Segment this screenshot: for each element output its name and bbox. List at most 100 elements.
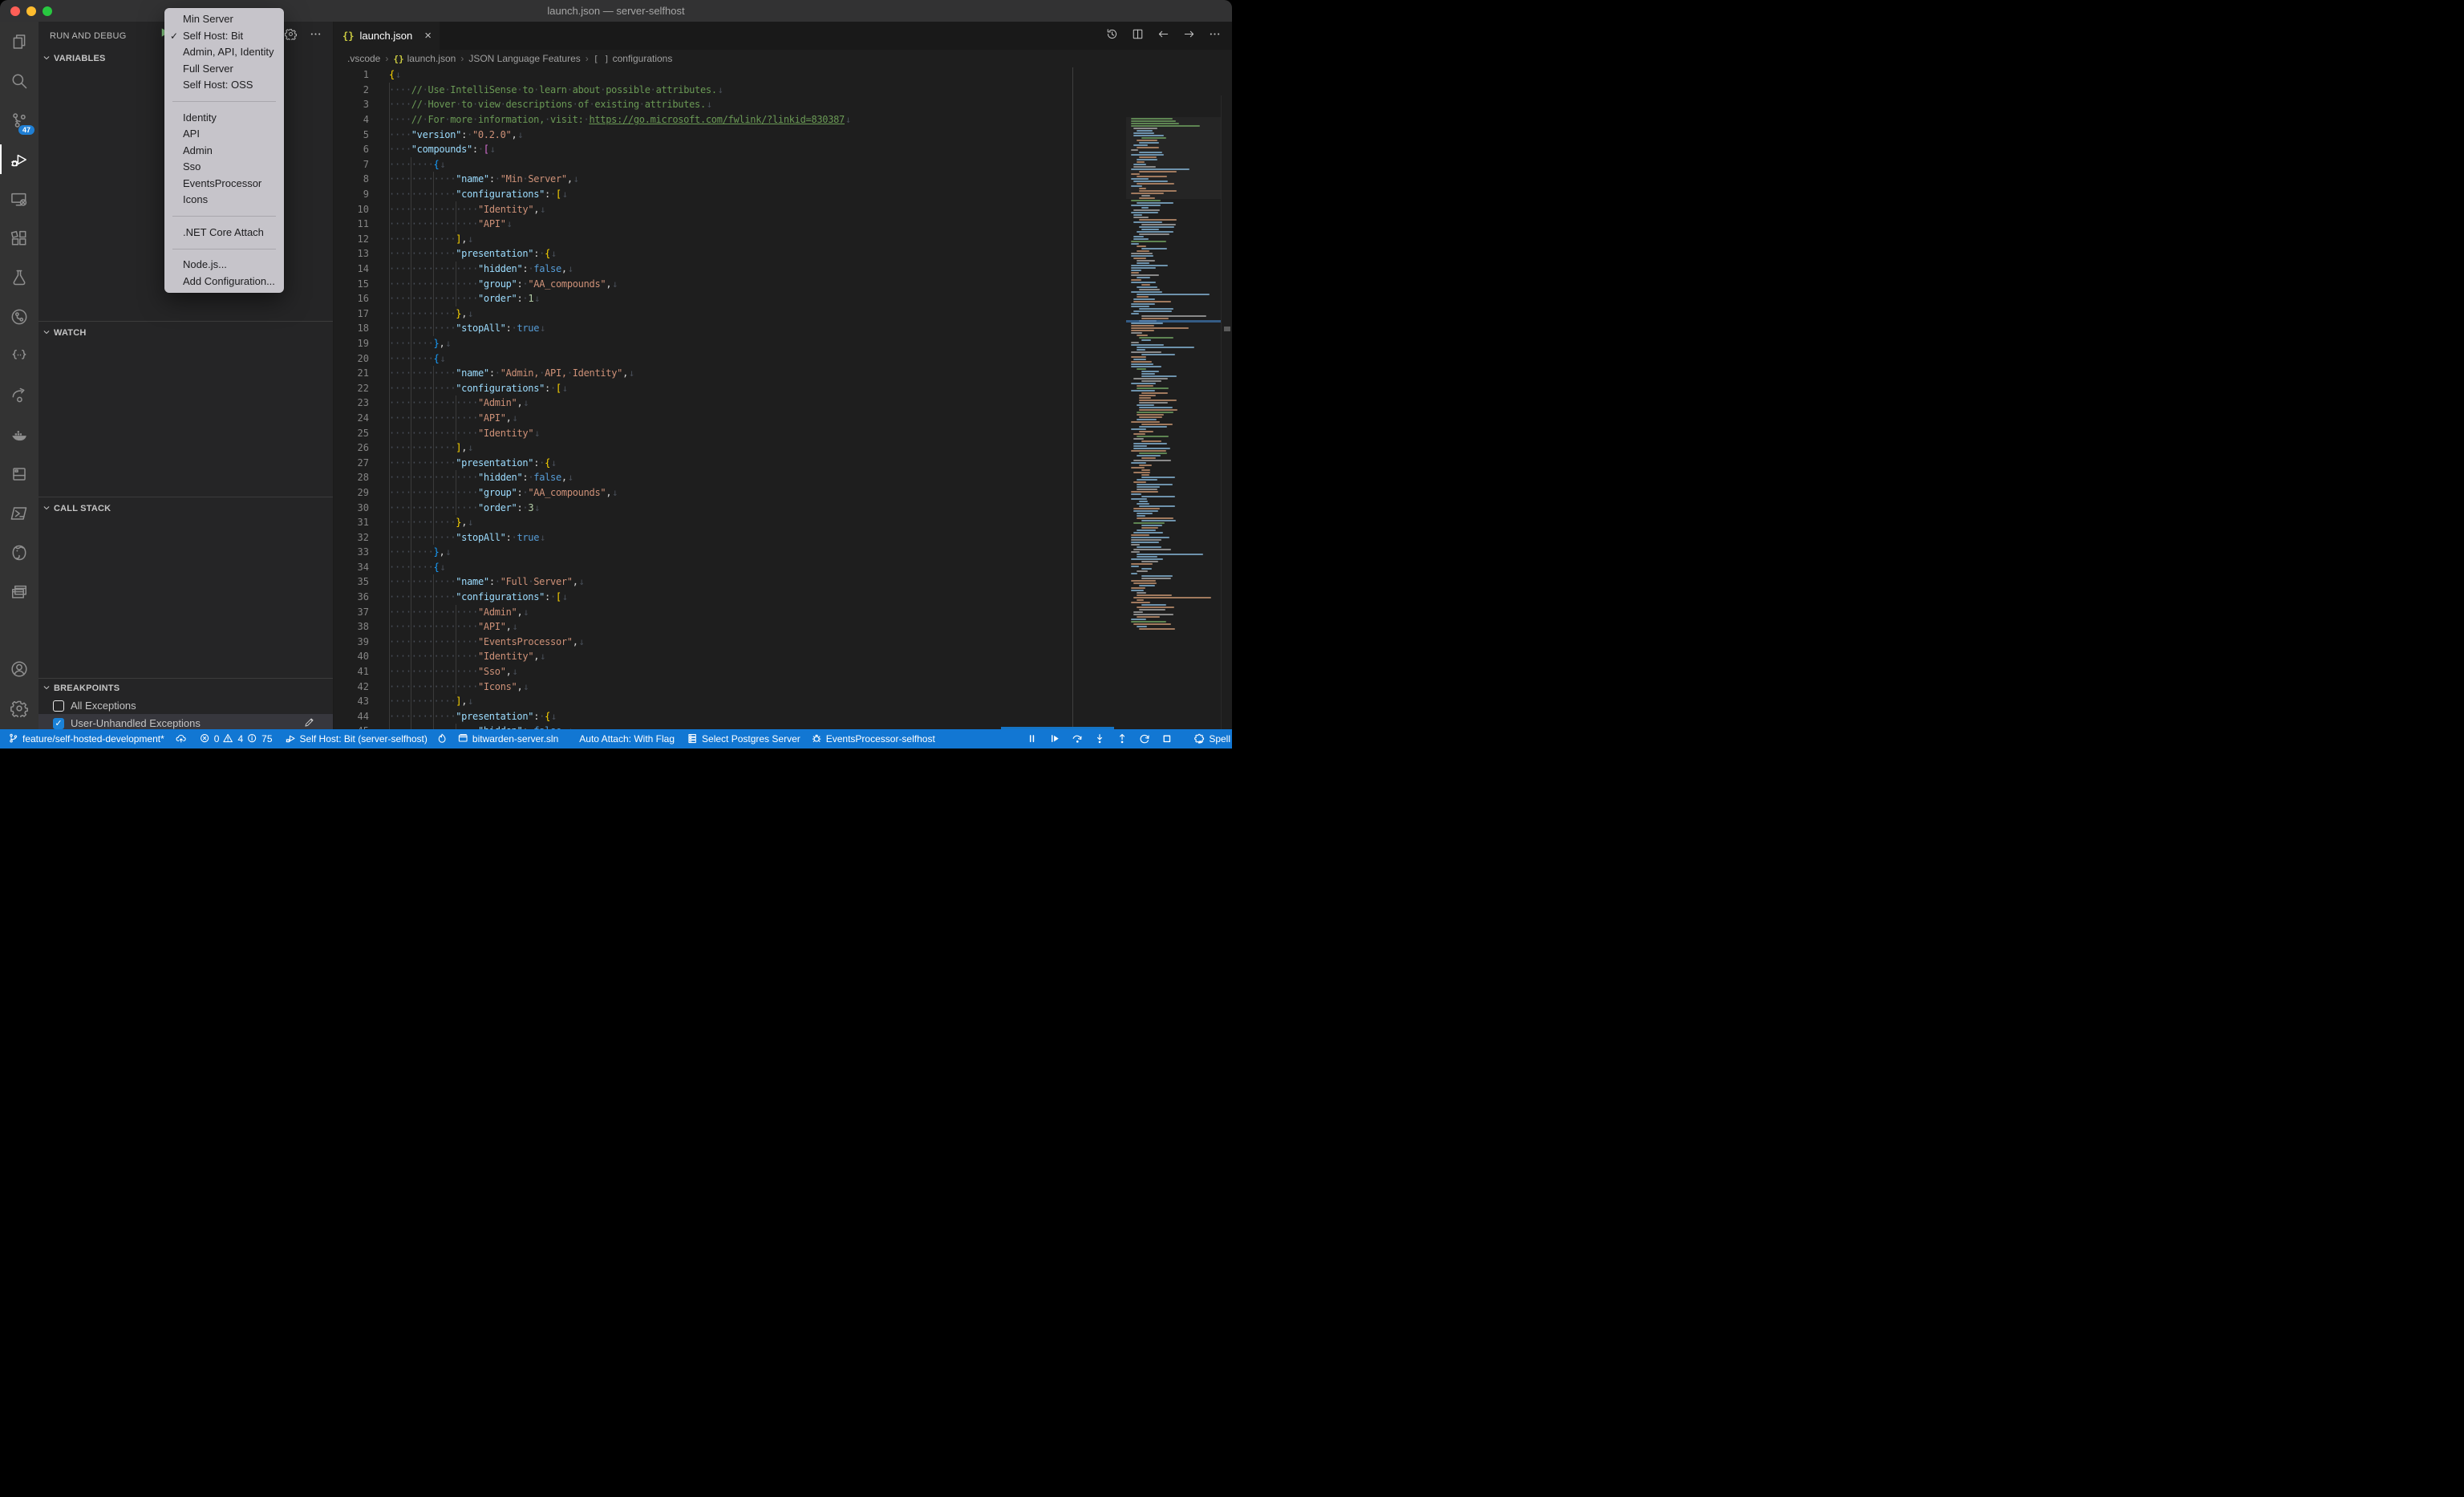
settings-gear-icon[interactable] <box>0 688 38 728</box>
debug-target-item[interactable]: EventsProcessor-selfhost <box>812 733 935 744</box>
menu-item[interactable]: EventsProcessor <box>164 176 284 193</box>
navigate-forward-icon[interactable] <box>1183 28 1195 44</box>
minimap-line <box>1137 515 1145 517</box>
pause-icon[interactable] <box>1027 733 1039 745</box>
minimap-line <box>1141 520 1176 521</box>
menu-item[interactable]: .NET Core Attach <box>164 225 284 241</box>
remote-explorer-icon[interactable] <box>0 179 38 218</box>
indent-guide <box>389 635 390 650</box>
editor-scrollbar[interactable] <box>1221 95 1232 729</box>
extensions-icon[interactable] <box>0 218 38 258</box>
menu-item[interactable]: API <box>164 126 284 143</box>
indent-guide <box>389 649 390 664</box>
more-actions-icon[interactable] <box>1209 28 1221 44</box>
stop-icon[interactable] <box>1161 733 1173 745</box>
minimap-line <box>1139 585 1155 586</box>
minimize-window-button[interactable] <box>26 6 36 16</box>
git-branch-item[interactable]: feature/self-hosted-development* <box>8 733 164 744</box>
step-out-icon[interactable] <box>1116 733 1129 745</box>
menu-item[interactable]: ✓Self Host: Bit <box>164 28 284 45</box>
menu-item[interactable]: Sso <box>164 159 284 176</box>
navigate-back-icon[interactable] <box>1157 28 1169 44</box>
source-control-icon[interactable]: 47 <box>0 100 38 140</box>
more-actions-icon[interactable] <box>310 28 322 44</box>
minimap-line <box>1137 626 1148 627</box>
code-editor[interactable]: 1{↓2····//·Use·IntelliSense·to·learn·abo… <box>334 67 1232 729</box>
zoom-window-button[interactable] <box>43 6 52 16</box>
errors-item[interactable]: 0 <box>200 733 220 744</box>
solution-item[interactable]: bitwarden-server.sln <box>458 733 558 744</box>
menu-item[interactable]: Full Server <box>164 61 284 78</box>
breadcrumb-item[interactable]: [ ]configurations <box>594 53 673 64</box>
menu-item[interactable]: Admin, API, Identity <box>164 44 284 61</box>
eol-marker: ↓ <box>522 607 529 618</box>
menu-item[interactable]: Icons <box>164 192 284 209</box>
menu-item[interactable]: Min Server <box>164 11 284 28</box>
code-line: 15················"group":·"AA_compounds… <box>334 276 1232 291</box>
minimap[interactable] <box>1126 95 1221 729</box>
split-editor-icon[interactable] <box>1132 28 1144 44</box>
spell-checker-item[interactable]: Spell <box>1194 733 1230 744</box>
window-layout-icon[interactable] <box>0 572 38 611</box>
postgres-item[interactable]: Select Postgres Server <box>687 733 800 744</box>
section-watch[interactable]: WATCH <box>38 324 333 342</box>
breakpoint-checkbox[interactable]: ✓ <box>53 718 64 729</box>
minimap-line <box>1131 619 1146 620</box>
minimap-line <box>1133 532 1162 533</box>
braces-extension-icon[interactable] <box>0 336 38 375</box>
section-call-stack[interactable]: CALL STACK <box>38 500 333 517</box>
debug-config-item[interactable]: Self Host: Bit (server-selfhost) <box>286 733 428 744</box>
close-window-button[interactable] <box>10 6 20 16</box>
menu-item[interactable]: Node.js... <box>164 257 284 274</box>
indent-guide <box>389 456 390 471</box>
edit-condition-icon[interactable] <box>304 716 315 729</box>
database-icon[interactable] <box>0 454 38 493</box>
minimap-line <box>1131 361 1152 363</box>
gitlens-icon[interactable] <box>0 297 38 336</box>
restart-icon[interactable] <box>1139 733 1151 745</box>
menu-item[interactable]: Add Configuration... <box>164 274 284 290</box>
minimap-line <box>1131 383 1156 384</box>
indent-guide <box>433 619 434 635</box>
breadcrumb-item[interactable]: .vscode <box>347 53 380 64</box>
menu-separator <box>172 101 276 102</box>
menu-item[interactable]: Admin <box>164 143 284 160</box>
breadcrumb-item[interactable]: {}launch.json <box>393 53 456 64</box>
minimap-line <box>1141 224 1176 225</box>
breakpoint-checkbox[interactable] <box>53 700 64 712</box>
publish-item[interactable] <box>176 733 187 744</box>
search-icon[interactable] <box>0 61 38 100</box>
step-over-icon[interactable] <box>1072 733 1084 745</box>
auto-attach-item[interactable]: Auto Attach: With Flag <box>579 733 675 744</box>
section-breakpoints[interactable]: BREAKPOINTS <box>38 680 333 697</box>
info-item[interactable]: 75 <box>247 733 272 744</box>
indent-guide <box>389 574 390 590</box>
minimap-line <box>1131 421 1160 423</box>
step-into-icon[interactable] <box>1094 733 1106 745</box>
breadcrumb-item[interactable]: JSON Language Features <box>468 53 580 64</box>
powershell-icon[interactable] <box>0 493 38 533</box>
minimap-line <box>1133 438 1144 440</box>
debug-settings-gear-icon[interactable] <box>285 28 297 44</box>
live-share-icon[interactable] <box>0 375 38 415</box>
tab-launch-json[interactable]: {} launch.json × <box>334 22 440 50</box>
breakpoint-row[interactable]: ✓User-Unhandled Exceptions <box>38 714 333 729</box>
breakpoint-row[interactable]: All Exceptions <box>38 696 333 715</box>
close-tab-icon[interactable]: × <box>424 29 432 43</box>
testing-icon[interactable] <box>0 258 38 297</box>
menu-item[interactable]: Identity <box>164 110 284 127</box>
eol-marker: ↓ <box>717 84 723 95</box>
docker-icon[interactable] <box>0 415 38 454</box>
warnings-item[interactable]: 4 <box>223 733 243 744</box>
continue-icon[interactable] <box>1049 733 1061 745</box>
explorer-icon[interactable] <box>0 22 38 61</box>
open-timeline-icon[interactable] <box>1106 28 1118 44</box>
minimap-line <box>1131 272 1139 274</box>
indent-guide <box>389 187 390 202</box>
flame-item[interactable] <box>437 733 448 744</box>
run-debug-icon[interactable] <box>0 140 38 179</box>
menu-item[interactable]: Self Host: OSS <box>164 77 284 94</box>
accounts-icon[interactable] <box>0 649 38 688</box>
indent-guide <box>433 381 434 396</box>
postgresql-icon[interactable] <box>0 533 38 572</box>
